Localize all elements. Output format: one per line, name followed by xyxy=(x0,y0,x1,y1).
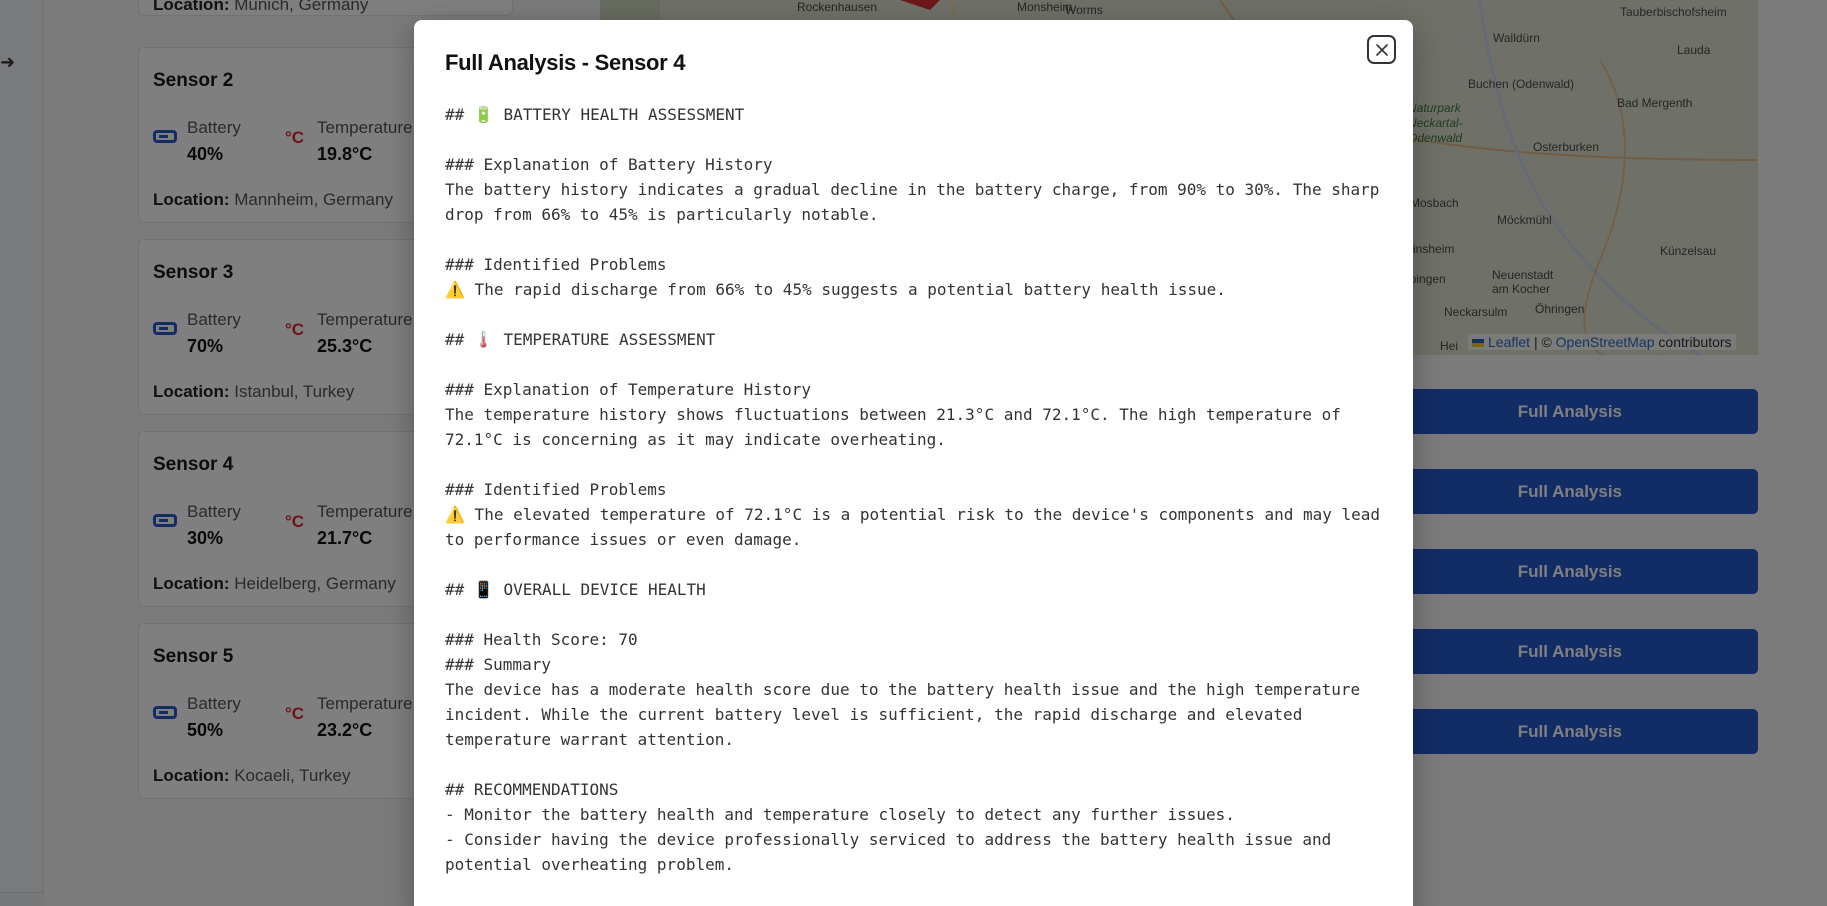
analysis-modal: Full Analysis - Sensor 4 ## 🔋 BATTERY HE… xyxy=(414,20,1413,906)
analysis-line: ## 🌡️ TEMPERATURE ASSESSMENT xyxy=(445,330,716,349)
modal-title: Full Analysis - Sensor 4 xyxy=(445,50,686,75)
analysis-line xyxy=(445,452,1395,477)
analysis-line xyxy=(445,302,1395,327)
analysis-line xyxy=(445,352,1395,377)
analysis-line: ## 📱 OVERALL DEVICE HEALTH xyxy=(445,580,706,599)
close-icon xyxy=(1375,43,1388,56)
analysis-line: ### Identified Problems xyxy=(445,480,667,499)
close-button[interactable] xyxy=(1367,35,1396,64)
analysis-line: ### Explanation of Battery History xyxy=(445,155,773,174)
analysis-text: ## 🔋 BATTERY HEALTH ASSESSMENT ### Explan… xyxy=(445,102,1395,877)
analysis-line xyxy=(445,752,1395,777)
analysis-line xyxy=(445,227,1395,252)
analysis-line: ### Health Score: 70 xyxy=(445,630,638,649)
analysis-line: - Monitor the battery health and tempera… xyxy=(445,805,1235,824)
analysis-line: ### Identified Problems xyxy=(445,255,667,274)
analysis-line: ⚠️ The elevated temperature of 72.1°C is… xyxy=(445,505,1390,549)
analysis-line: ⚠️ The rapid discharge from 66% to 45% s… xyxy=(445,280,1226,299)
analysis-line xyxy=(445,602,1395,627)
analysis-line: The battery history indicates a gradual … xyxy=(445,180,1390,224)
analysis-line: - Consider having the device professiona… xyxy=(445,830,1341,874)
analysis-line xyxy=(445,127,1395,152)
analysis-line: ## 🔋 BATTERY HEALTH ASSESSMENT xyxy=(445,105,745,124)
analysis-line: ### Summary xyxy=(445,655,551,674)
analysis-line: ### Explanation of Temperature History xyxy=(445,380,812,399)
analysis-line: ## RECOMMENDATIONS xyxy=(445,780,619,799)
analysis-line xyxy=(445,552,1395,577)
analysis-line: The temperature history shows fluctuatio… xyxy=(445,405,1351,449)
analysis-line: The device has a moderate health score d… xyxy=(445,680,1370,749)
